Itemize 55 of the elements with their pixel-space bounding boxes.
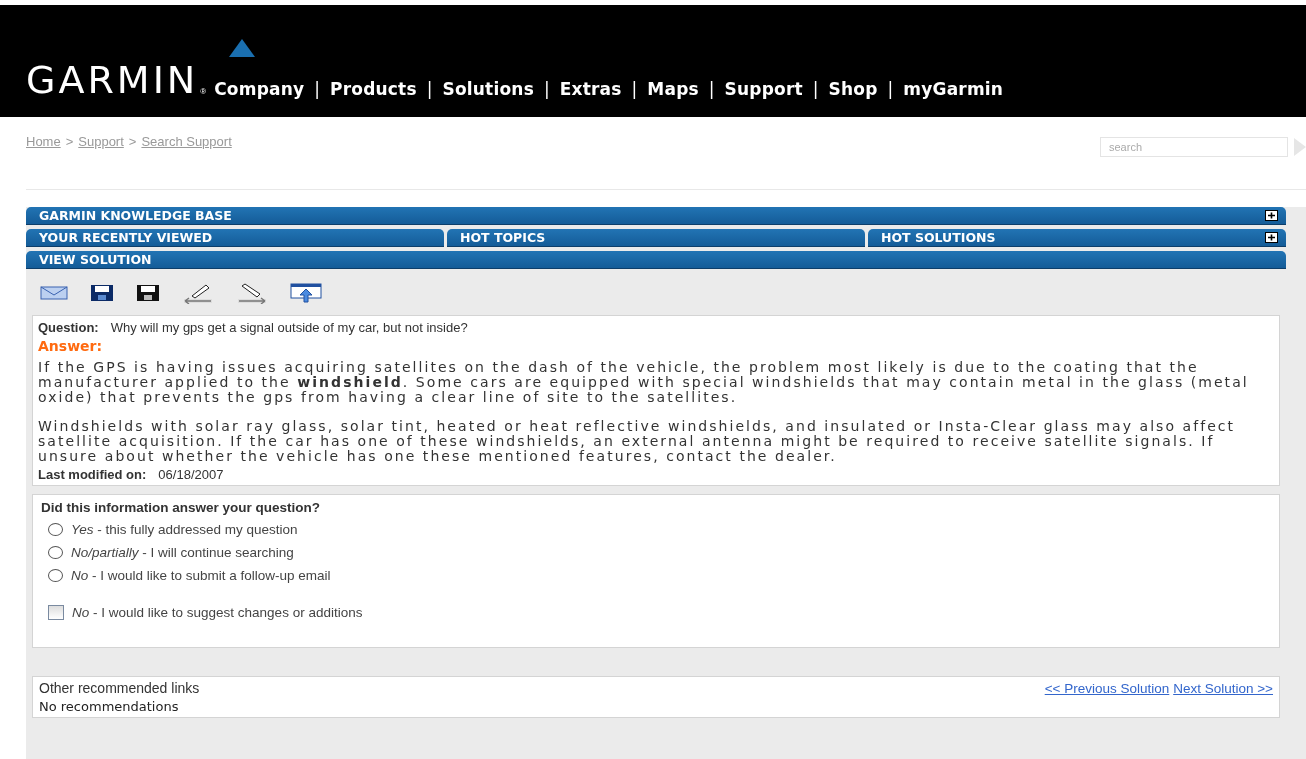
nav-separator: | <box>887 79 894 99</box>
modified-label: Last modified on: <box>38 467 147 482</box>
radio-button[interactable] <box>48 569 63 582</box>
pencil-icon[interactable] <box>236 282 268 304</box>
panel-header[interactable]: HOT SOLUTIONS <box>868 229 1286 247</box>
nav-separator: | <box>544 79 550 99</box>
nav-separator: | <box>314 79 320 99</box>
question-text: Why will my gps get a signal outside of my car, but not inside? <box>110 320 468 335</box>
nav-link[interactable]: Products <box>330 79 417 99</box>
breadcrumb-link[interactable]: Search Support <box>141 134 232 149</box>
empty-message: No recommendations <box>39 699 180 714</box>
nav-link[interactable]: Shop <box>828 79 878 99</box>
panel-header[interactable]: HOT TOPICS <box>447 229 865 247</box>
links-title: Other recommended links <box>39 680 200 696</box>
option-label: No/partially - I will continue searching <box>71 545 294 560</box>
modified-date: 06/18/2007 <box>158 467 224 482</box>
radio-button[interactable] <box>48 523 63 536</box>
triangle-icon <box>229 39 255 57</box>
nav-separator: | <box>426 79 433 99</box>
panel-header[interactable]: VIEW SOLUTION <box>26 251 1286 269</box>
pencil-icon[interactable] <box>182 282 214 304</box>
checkbox[interactable] <box>48 605 64 620</box>
nav-link[interactable]: myGarmin <box>903 79 1004 99</box>
option-label: Yes - this fully addressed my question <box>71 522 298 537</box>
answer-label: Answer: <box>38 338 104 354</box>
registered-mark: ® <box>200 87 207 96</box>
expand-icon[interactable] <box>1265 232 1278 243</box>
answer-paragraph: If the GPS is having issues acquiring satellites on the dash of the vehicle, the problem most likely is due to the coating that the manufacturer applied to the windshield. Some cars are equipped with special windshields that may contain metal in the glass (metal oxide) that prevents the gps from having a clear line of site to the satellites. <box>38 360 1250 405</box>
nav-link[interactable]: Maps <box>647 79 699 99</box>
logo[interactable]: GARMIN <box>26 61 199 99</box>
answer-paragraph: Windshields with solar ray glass, solar tint, heated or heat reflective windshields, and insulated or Insta-Clear glass may also affect satellite acquisition. If the car has one of these windshields, an external antenna might be required to receive satellite signals. If unsure about whether the vehicle has one these mentioned features, contact the dealer. <box>38 419 1237 464</box>
search-field[interactable]: search <box>1100 137 1288 157</box>
panel-header[interactable]: GARMIN KNOWLEDGE BASE <box>26 207 1286 225</box>
question-label: Question: <box>38 320 99 335</box>
nav-link[interactable]: Support <box>724 79 803 99</box>
option-label: No - I would like to suggest changes or additions <box>72 605 363 620</box>
breadcrumb-separator: > <box>128 134 137 149</box>
envelope-icon[interactable] <box>40 286 68 300</box>
feedback-question: Did this information answer your question? <box>41 500 322 515</box>
nav-link[interactable]: Company <box>214 79 305 99</box>
nav-separator: | <box>812 79 819 99</box>
upload-icon[interactable] <box>290 283 322 303</box>
breadcrumb-link[interactable]: Support <box>78 134 124 149</box>
next-solution-link[interactable]: Next Solution >> <box>1173 681 1273 696</box>
nav-separator: | <box>631 79 638 99</box>
panel-header[interactable]: YOUR RECENTLY VIEWED <box>26 229 444 247</box>
expand-icon[interactable] <box>1265 210 1278 221</box>
breadcrumb-separator: > <box>65 134 74 149</box>
nav-link[interactable]: Extras <box>559 79 622 99</box>
nav-link[interactable]: Solutions <box>442 79 534 99</box>
option-label: No - I would like to submit a follow-up email <box>71 568 331 583</box>
nav-separator: | <box>708 79 715 99</box>
radio-button[interactable] <box>48 546 63 559</box>
breadcrumb-link[interactable]: Home <box>26 134 61 149</box>
previous-solution-link[interactable]: << Previous Solution <box>1044 681 1170 696</box>
